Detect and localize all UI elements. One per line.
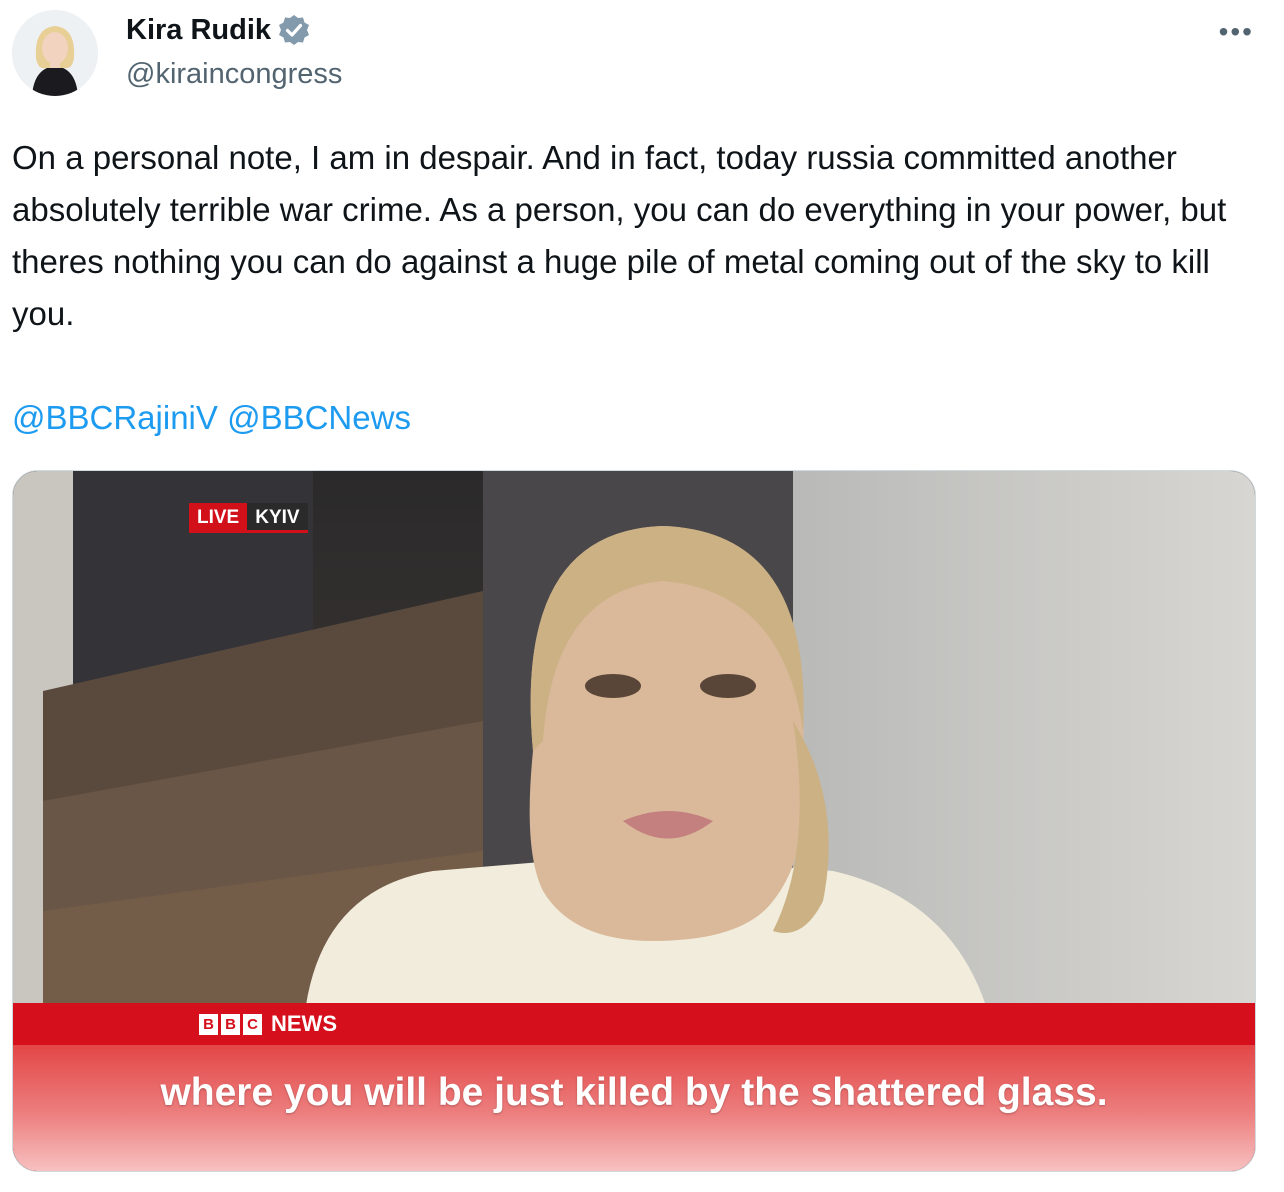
bbc-letter: B — [221, 1013, 240, 1035]
live-label: LIVE — [189, 503, 248, 533]
author-avatar[interactable] — [12, 10, 98, 96]
location-label: KYIV — [247, 503, 308, 533]
author-name[interactable]: Kira Rudik — [126, 12, 311, 48]
news-label: NEWS — [271, 1011, 337, 1036]
author-handle[interactable]: @kiraincongress — [126, 56, 342, 92]
bbc-letter: C — [243, 1013, 262, 1035]
mention-link[interactable]: @BBCNews — [227, 399, 411, 436]
video-subtitle: where you will be just killed by the sha… — [160, 1071, 1108, 1114]
live-location-tag: LIVE KYIV — [189, 503, 308, 533]
mentions: @BBCRajiniV @BBCNews — [12, 392, 411, 444]
verified-badge-icon — [277, 13, 311, 47]
more-horizontal-icon[interactable]: ••• — [1219, 18, 1254, 46]
video-media[interactable]: LIVE KYIV B B C NEWS where you will be j… — [12, 470, 1256, 1172]
bbc-letter: B — [199, 1013, 218, 1035]
mention-link[interactable]: @BBCRajiniV — [12, 399, 218, 436]
tweet-text: On a personal note, I am in despair. And… — [12, 139, 1236, 332]
bbc-news-logo: B B C NEWS — [199, 1012, 337, 1036]
author-name-text: Kira Rudik — [126, 14, 272, 46]
news-banner: B B C NEWS — [13, 1003, 1255, 1045]
